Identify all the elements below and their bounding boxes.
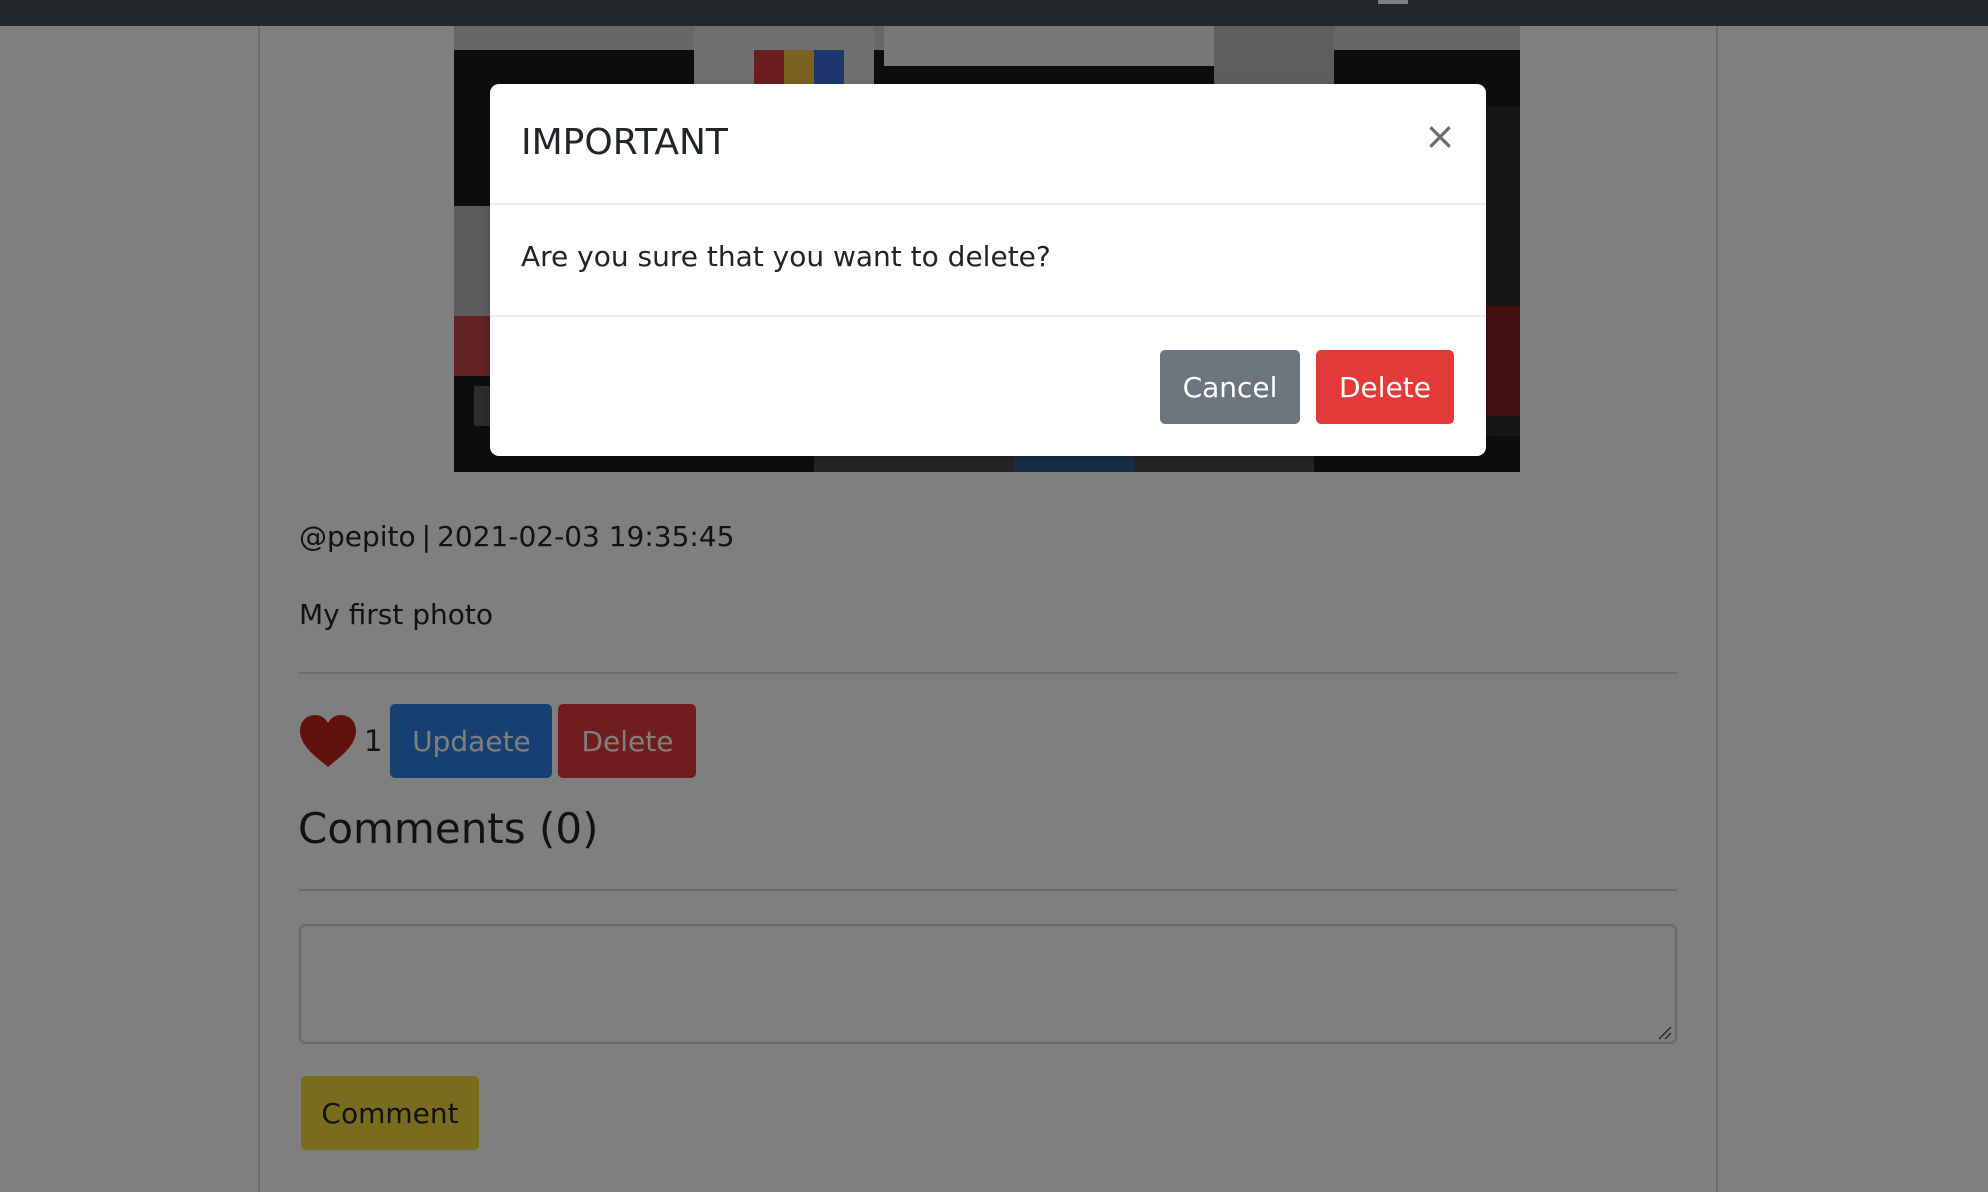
modal-title: IMPORTANT [521,122,728,163]
modal-header: IMPORTANT × [490,84,1486,205]
confirm-delete-button[interactable]: Delete [1316,350,1454,424]
app-stage: @pepito|2021-02-03 19:35:45 My first pho… [0,0,1988,1192]
cancel-button[interactable]: Cancel [1160,350,1300,424]
delete-confirm-modal: IMPORTANT × Are you sure that you want t… [490,84,1486,456]
close-icon[interactable]: × [1418,114,1462,158]
modal-message: Are you sure that you want to delete? [521,240,1051,273]
modal-footer-divider [490,315,1486,317]
